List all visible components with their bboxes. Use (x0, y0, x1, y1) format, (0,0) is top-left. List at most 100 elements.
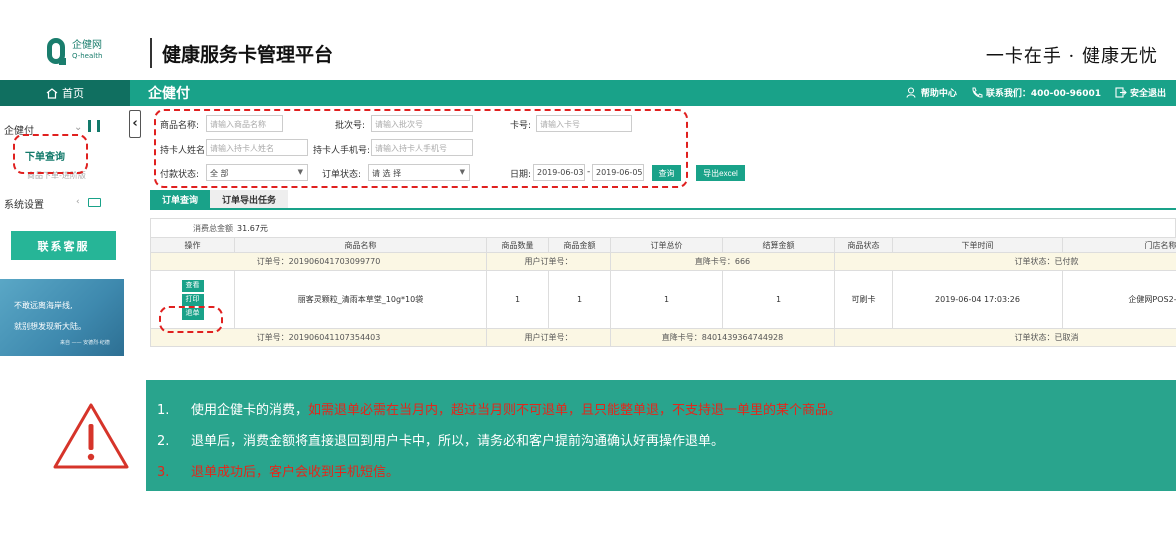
phone-icon (972, 87, 983, 98)
order-number: 订单号：201906041107354403 (150, 328, 487, 347)
total-label: 消费总金额 (193, 224, 233, 233)
logout-button[interactable]: 安全退出 (1115, 86, 1166, 99)
column-header: 商品金额 (548, 237, 611, 253)
logo-en: Q-health (72, 52, 103, 60)
product-name-label: 商品名称: (160, 121, 200, 131)
status-cell: 可刷卡 (834, 270, 893, 329)
column-header: 门店名称 (1062, 237, 1176, 253)
print-button[interactable]: 打印 (181, 293, 204, 306)
order-status-label: 订单状态: (322, 170, 362, 180)
date-from-input[interactable]: 2019-06-03 (533, 164, 585, 181)
notice-text: 退单后，消费金额将直接退回到用户卡中，所以，请务必和客户提前沟通确认好再操作退单… (191, 434, 725, 449)
order-status-value: 请 选 择 (372, 169, 402, 178)
query-button[interactable]: 查询 (652, 165, 681, 181)
notice-panel: 1. 使用企健卡的消费，如需退单必需在当月内，超过当月则不可退单，且只能整单退，不… (146, 380, 1176, 491)
pay-status-select[interactable]: 全 部 ▼ (206, 164, 308, 181)
notice-number: 3. (157, 465, 170, 480)
column-header: 结算金额 (722, 237, 835, 253)
chevron-down-icon: ⌄ (74, 122, 83, 133)
help-center-label: 帮助中心 (920, 89, 957, 99)
sidebar-item-settings[interactable]: 系统设置 (4, 196, 44, 211)
total-value: 31.67元 (237, 224, 268, 233)
banner-line-2: 就别想发现新大陆。 (14, 322, 86, 331)
notice-item-2: 2. 退单后，消费金额将直接退回到用户卡中，所以，请务必和客户提前沟通确认好再操作… (157, 430, 724, 449)
discount-card-number: 直降卡号：8401439364744928 (610, 328, 835, 347)
column-header: 操作 (150, 237, 235, 253)
notice-text: 退单成功后，客户会收到手机短信。 (191, 465, 400, 480)
logo: 企健网 Q-health (47, 38, 103, 65)
refund-button[interactable]: 退单 (181, 307, 204, 320)
customer-service-button[interactable]: 联系客服 (11, 231, 116, 260)
app-name: 企健付 (148, 86, 190, 102)
store-cell: 企健网POS2-演示 (1062, 270, 1176, 329)
order-number: 订单号：201906041703099770 (150, 252, 487, 271)
column-header: 商品数量 (486, 237, 549, 253)
notice-item-1: 1. 使用企健卡的消费，如需退单必需在当月内，超过当月则不可退单，且只能整单退，不… (157, 399, 841, 418)
column-header: 商品名称 (234, 237, 487, 253)
holder-phone-input[interactable]: 请输入持卡人手机号 (371, 139, 473, 156)
pay-status-label: 付款状态: (160, 170, 200, 180)
holder-name-input[interactable]: 请输入持卡人姓名 (206, 139, 308, 156)
amount-cell: 1 (548, 270, 611, 329)
sidebar-item-order-query[interactable]: 下单查询 (25, 148, 65, 163)
logout-label: 安全退出 (1129, 89, 1166, 99)
export-excel-button[interactable]: 导出excel (696, 165, 745, 181)
logout-icon (1115, 87, 1127, 98)
quote-banner: 不敢远离海岸线, 就别想发现新大陆。 来自 —— 安德烈·纪德 (0, 279, 124, 356)
tab-order-query[interactable]: 订单查询 (150, 190, 211, 208)
table-row: 查看 打印 退单 丽客灵颗粒_清雨本草堂_10g*10袋 1 1 1 1 可刷卡… (150, 270, 1176, 329)
total-row: 消费总金额 31.67元 (150, 218, 1176, 237)
header: 企健网 Q-health 健康服务卡管理平台 一卡在手 · 健康无忧 (0, 0, 1176, 80)
help-center-link[interactable]: 帮助中心 (906, 86, 957, 99)
notice-number: 2. (157, 434, 170, 449)
order-status-select[interactable]: 请 选 择 ▼ (368, 164, 470, 181)
contact-link[interactable]: 联系我们：400-00-96001 (971, 86, 1101, 99)
date-label: 日期: (510, 170, 532, 180)
chevron-down-icon: ▼ (297, 168, 303, 176)
tab-underline (150, 208, 1176, 210)
date-separator: - (587, 167, 591, 177)
home-label: 首页 (62, 87, 84, 100)
sidebar-collapse-button[interactable]: ‹ (129, 110, 141, 138)
notice-text-emphasis: 如需退单必需在当月内，超过当月则不可退单，且只能整单退，不支持退一单里的某个商品… (308, 403, 842, 418)
logo-mark-icon (47, 38, 66, 65)
contact-label: 联系我们：400-00-96001 (985, 89, 1101, 99)
home-icon (46, 87, 58, 99)
platform-title: 健康服务卡管理平台 (162, 44, 334, 66)
logo-cn: 企健网 (72, 40, 102, 51)
holder-phone-label: 持卡人手机号: (313, 146, 371, 156)
tab-order-export[interactable]: 订单导出任务 (210, 190, 289, 208)
date-to-input[interactable]: 2019-06-05 (592, 164, 644, 181)
batch-input[interactable]: 请输入批次号 (371, 115, 473, 132)
app-root: 企健网 Q-health 健康服务卡管理平台 一卡在手 · 健康无忧 首页 企健… (0, 0, 1176, 548)
home-tab[interactable]: 首页 (0, 80, 130, 106)
product-name-input[interactable]: 请输入商品名称 (206, 115, 283, 132)
card-input[interactable]: 请输入卡号 (536, 115, 632, 132)
orders-table: 操作 商品名称 商品数量 商品金额 订单总价 结算金额 商品状态 下单时间 门店… (150, 237, 1176, 347)
banner-line-1: 不敢远离海岸线, (14, 301, 73, 310)
card-label: 卡号: (510, 121, 532, 131)
warning-icon (53, 403, 129, 469)
tab-bar: 订单查询 订单导出任务 (150, 190, 289, 208)
column-header: 商品状态 (834, 237, 893, 253)
pay-status-value: 全 部 (210, 169, 229, 178)
notice-item-3: 3. 退单成功后，客户会收到手机短信。 (157, 461, 399, 480)
banner-line-3: 来自 —— 安德烈·纪德 (60, 340, 110, 346)
holder-name-label: 持卡人姓名: (160, 146, 209, 156)
product-name-cell: 丽客灵颗粒_清雨本草堂_10g*10袋 (234, 270, 487, 329)
order-group-row: 订单号：201906041703099770 用户订单号： 直降卡号：666 订… (150, 252, 1176, 271)
sidebar-group-qijianfu[interactable]: 企健付 (4, 122, 34, 137)
batch-label: 批次号: (335, 121, 366, 131)
search-form: 商品名称: 请输入商品名称 批次号: 请输入批次号 卡号: 请输入卡号 持卡人姓… (150, 106, 1176, 190)
sidebar: 企健付 ⌄ 下单查询 商品下单-进阶版 系统设置 ‹ 联系客服 不敢远离海岸线,… (0, 106, 130, 356)
notice-text: 使用企健卡的消费， (191, 403, 309, 418)
notice-number: 1. (157, 403, 170, 418)
settle-cell: 1 (722, 270, 835, 329)
view-button[interactable]: 查看 (181, 279, 204, 292)
bar-chart-icon (88, 120, 100, 132)
sidebar-item-advanced-order[interactable]: 商品下单-进阶版 (27, 170, 86, 181)
column-header: 下单时间 (892, 237, 1063, 253)
total-cell: 1 (610, 270, 723, 329)
column-header: 订单总价 (610, 237, 723, 253)
slogan: 一卡在手 · 健康无忧 (985, 46, 1158, 67)
